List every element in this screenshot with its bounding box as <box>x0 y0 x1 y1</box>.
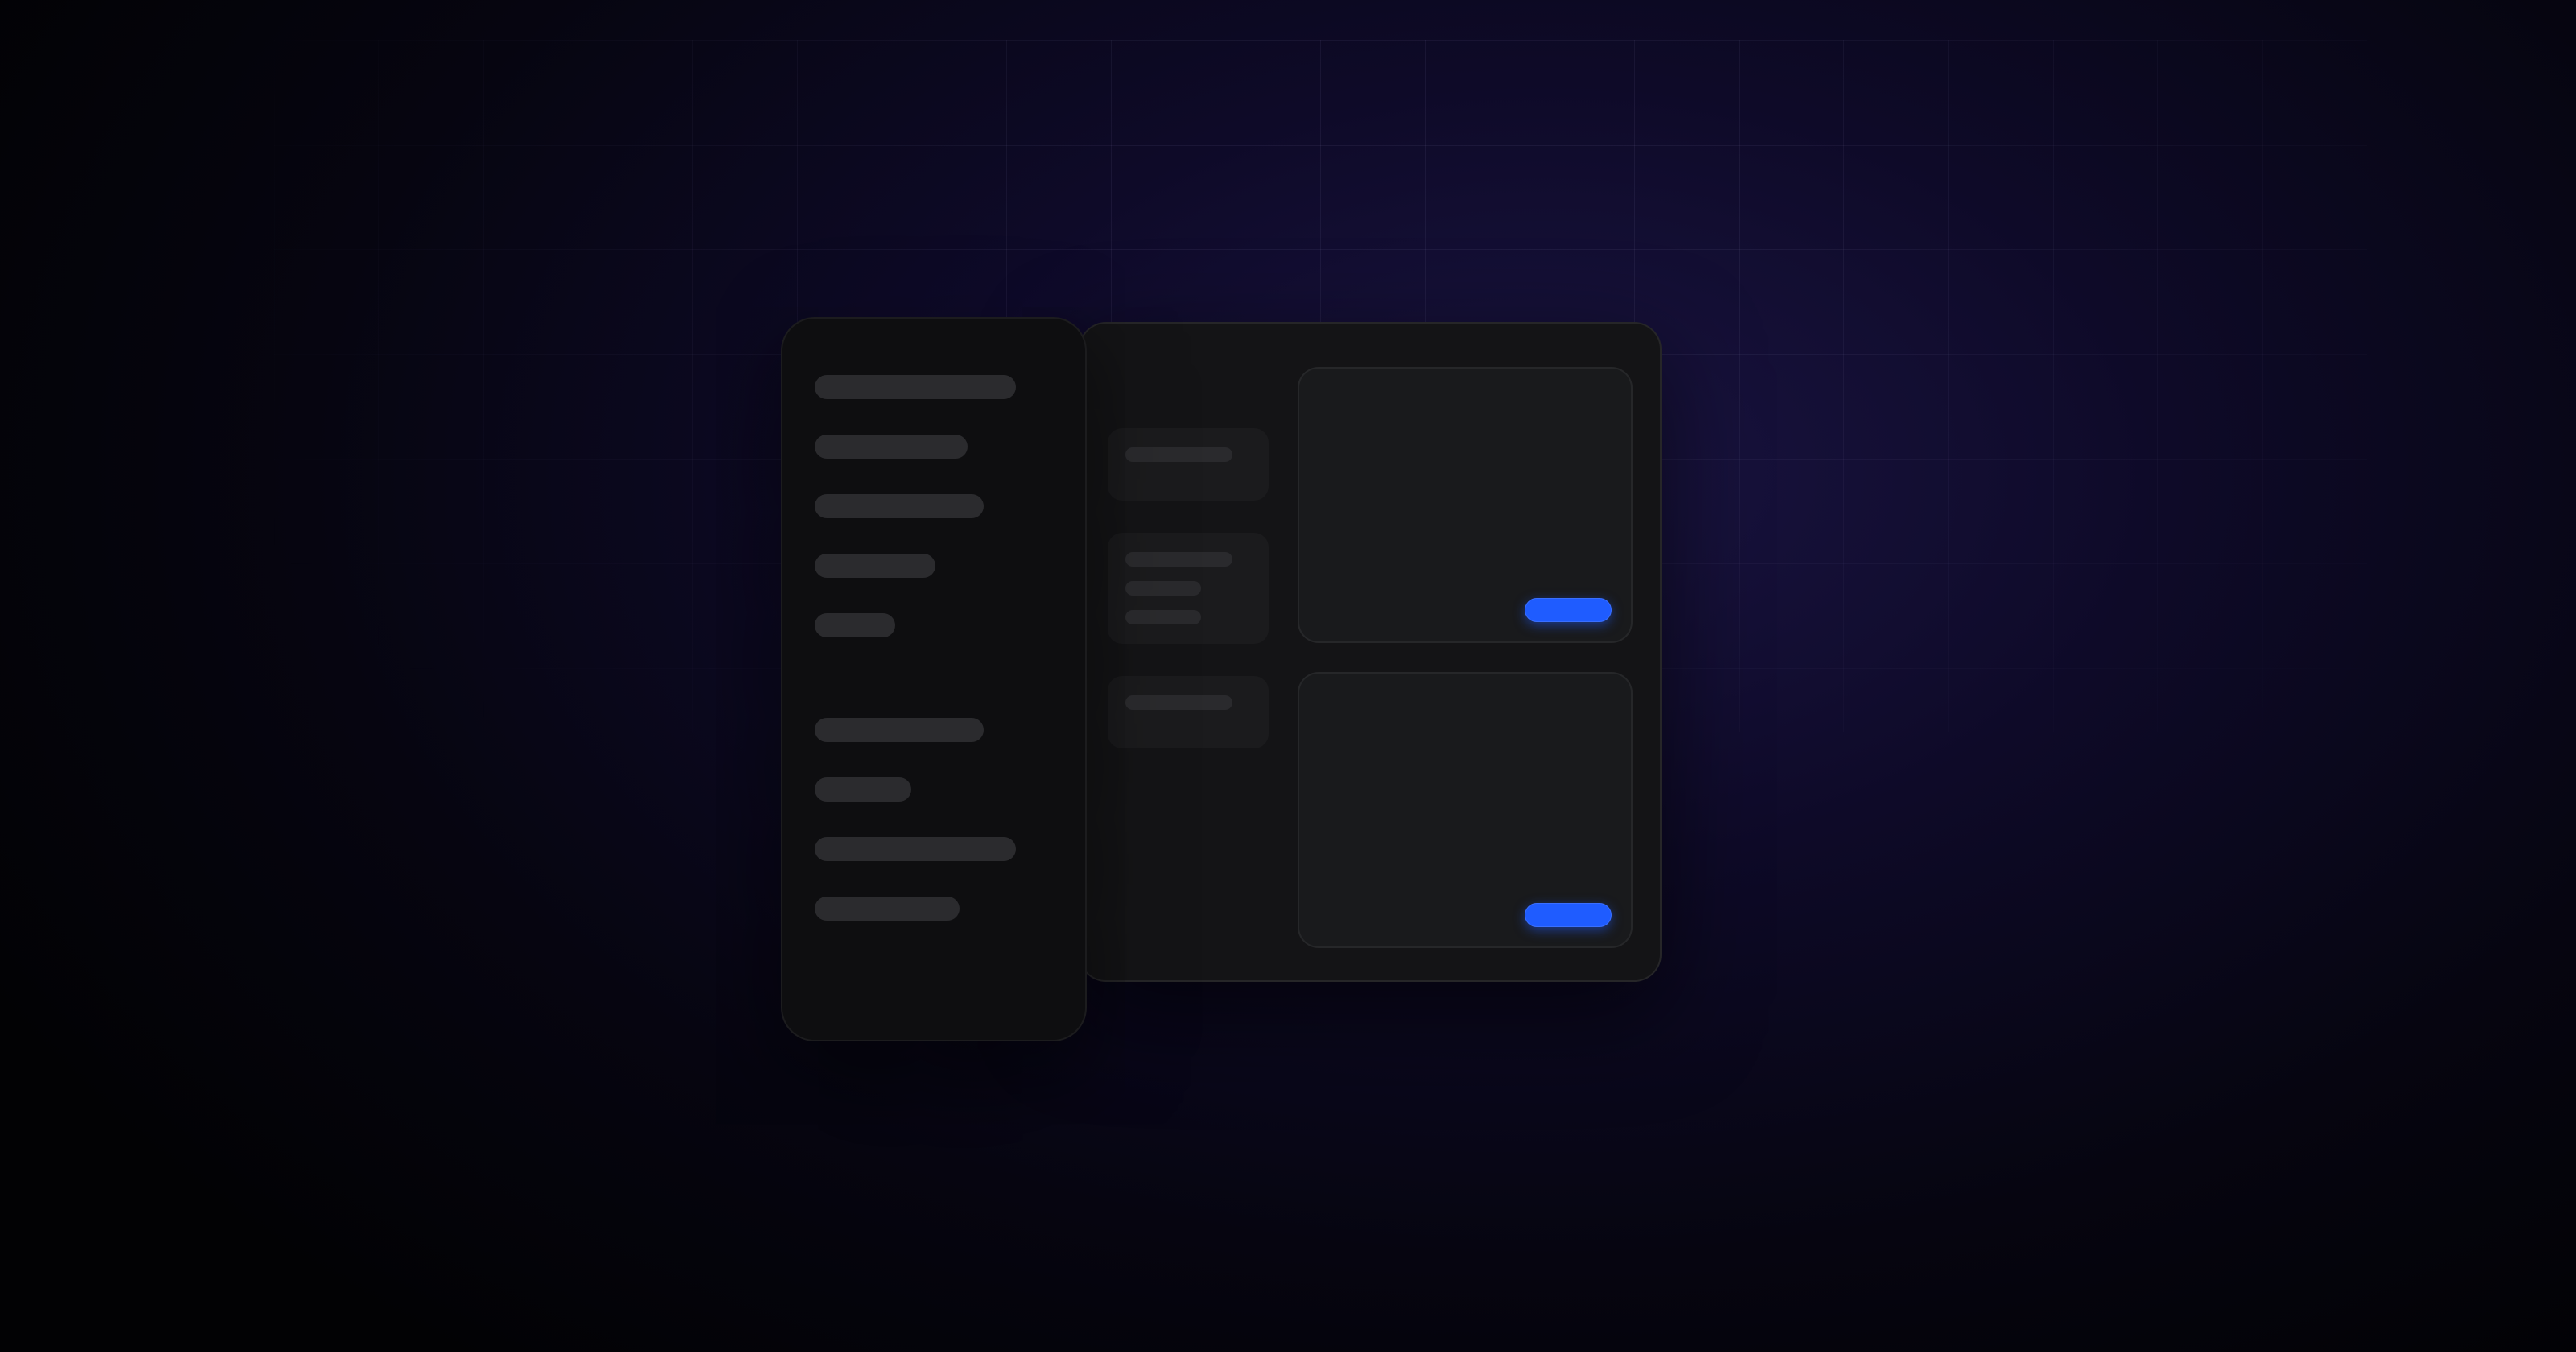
nav-item[interactable] <box>815 897 960 921</box>
placeholder-line <box>1125 552 1232 567</box>
nav-group-0 <box>815 375 1053 637</box>
content-block <box>1108 533 1269 644</box>
card-column <box>1298 356 1633 948</box>
nav-item[interactable] <box>815 435 968 459</box>
sidebar-panel <box>781 317 1087 1041</box>
placeholder-line <box>1125 695 1232 710</box>
content-block <box>1108 428 1269 501</box>
nav-item[interactable] <box>815 613 895 637</box>
nav-item[interactable] <box>815 837 1016 861</box>
content-block <box>1108 676 1269 748</box>
cta-button[interactable] <box>1525 903 1612 927</box>
nav-item[interactable] <box>815 718 984 742</box>
card <box>1298 367 1633 643</box>
placeholder-line <box>1125 447 1232 462</box>
nav-item[interactable] <box>815 375 1016 399</box>
app-window <box>1079 322 1662 982</box>
nav-item[interactable] <box>815 777 911 802</box>
placeholder-line <box>1125 610 1201 624</box>
nav-item[interactable] <box>815 554 935 578</box>
cta-button[interactable] <box>1525 598 1612 622</box>
mid-column <box>1108 356 1269 948</box>
nav-item[interactable] <box>815 494 984 518</box>
nav-group-1 <box>815 718 1053 921</box>
app-window-content <box>1108 356 1633 948</box>
card <box>1298 672 1633 948</box>
placeholder-line <box>1125 581 1201 596</box>
